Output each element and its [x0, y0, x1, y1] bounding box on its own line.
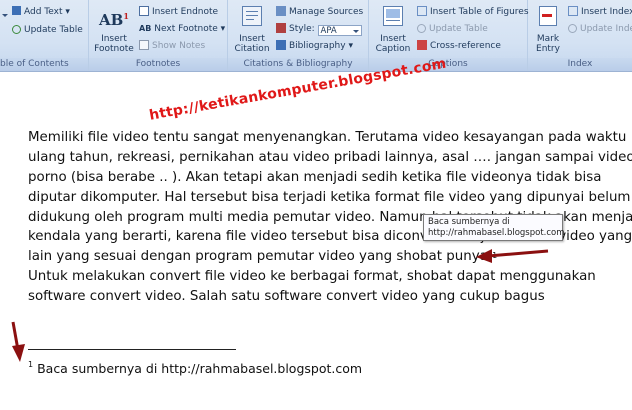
manage-sources-icon [276, 6, 286, 16]
insert-citation-label: Insert Citation [234, 34, 270, 54]
footnote-reference[interactable]: 1 [492, 251, 497, 260]
caption-icon [383, 6, 403, 26]
citation-icon [242, 6, 262, 26]
group-citations: Insert Citation Manage Sources Style: AP… [228, 0, 369, 71]
insert-citation-button[interactable]: Insert Citation [232, 4, 272, 56]
group-index: Mark Entry Insert Index Update Inde Inde… [528, 0, 632, 71]
group-captions: Insert Caption Insert Table of Figures U… [369, 0, 529, 71]
chevron-down-icon [2, 14, 8, 17]
style-icon [276, 23, 286, 33]
cross-reference-icon [417, 40, 427, 50]
update-index-button[interactable]: Update Inde [568, 23, 632, 35]
insert-table-of-figures-button[interactable]: Insert Table of Figures [417, 6, 529, 18]
mark-entry-label: Mark Entry [536, 34, 560, 54]
insert-caption-label: Insert Caption [375, 34, 411, 54]
chevron-down-icon [352, 30, 359, 33]
insert-index-button[interactable]: Insert Index [568, 6, 632, 18]
text-line-with-footnote-ref: lain yang sesuai dengan program pemutar … [28, 247, 497, 267]
manage-sources-button[interactable]: Manage Sources [276, 6, 363, 18]
show-notes-button[interactable]: Show Notes [139, 40, 205, 52]
insert-caption-button[interactable]: Insert Caption [373, 4, 413, 56]
mark-entry-button[interactable]: Mark Entry [532, 4, 564, 56]
style-dropdown[interactable]: APA [317, 25, 362, 36]
next-footnote-button[interactable]: AB Next Footnote ▾ [139, 23, 225, 35]
cross-reference-button[interactable]: Cross-reference [417, 40, 501, 52]
footnote-ab-icon: AB1 [99, 11, 129, 29]
insert-endnote-button[interactable]: Insert Endnote [139, 6, 218, 18]
text-line: lain yang sesuai dengan program pemutar … [28, 249, 493, 264]
tooltip-line: Baca sumbernya di [428, 217, 510, 227]
group-label-toc: ble of Contents [0, 58, 88, 71]
group-label-index: Index [528, 58, 632, 71]
footnote-separator [28, 349, 236, 350]
group-table-of-contents: Add Text ▾ Update Table ble of Contents [0, 0, 89, 71]
add-text-icon [12, 6, 21, 15]
text-line: diputar dikomputer. Hal tersebut bisa te… [28, 190, 631, 205]
text-line: Memiliki file video tentu sangat menyena… [28, 130, 627, 145]
footnote-text: Baca sumbernya di http://rahmabasel.blog… [37, 361, 363, 376]
ribbon: Add Text ▾ Update Table ble of Contents … [0, 0, 632, 72]
next-footnote-icon: AB [139, 24, 152, 33]
tooltip-line: http://rahmabasel.blogspot.com [428, 228, 565, 238]
text-line: Untuk melakukan convert file video ke be… [28, 269, 596, 284]
insert-footnote-button[interactable]: AB1 Insert Footnote [93, 4, 135, 56]
group-footnotes: AB1 Insert Footnote Insert Endnote AB Nex… [89, 0, 228, 71]
update-table-figures-button[interactable]: Update Table [417, 23, 488, 35]
text-line: porno (bisa berabe .. ). Akan tetapi aka… [28, 170, 602, 185]
refresh-icon [417, 24, 426, 33]
bibliography-icon [276, 40, 286, 50]
bibliography-button[interactable]: Bibliography ▾ [276, 40, 353, 52]
insert-footnote-label: Insert Footnote [94, 34, 134, 54]
group-label-citations: Citations & Bibliography [228, 58, 368, 71]
group-label-footnotes: Footnotes [89, 58, 227, 71]
show-notes-icon [139, 40, 149, 50]
add-text-button[interactable]: Add Text ▾ [12, 6, 70, 18]
footnote-tooltip: Baca sumbernya di http://rahmabasel.blog… [423, 214, 565, 241]
refresh-icon [568, 24, 577, 33]
footnote: 1 Baca sumbernya di http://rahmabasel.bl… [28, 360, 363, 376]
endnote-icon [139, 6, 149, 16]
table-of-figures-icon [417, 6, 427, 16]
text-line: software convert video. Salah satu softw… [28, 289, 545, 304]
mark-entry-icon [539, 6, 557, 26]
style-selector: Style: APA [276, 23, 362, 36]
refresh-icon [12, 25, 21, 34]
insert-index-icon [568, 6, 578, 16]
footnote-number: 1 [28, 360, 34, 369]
text-line: ulang tahun, rekreasi, pernikahan atau v… [28, 150, 632, 165]
update-table-button[interactable]: Update Table [12, 24, 83, 36]
